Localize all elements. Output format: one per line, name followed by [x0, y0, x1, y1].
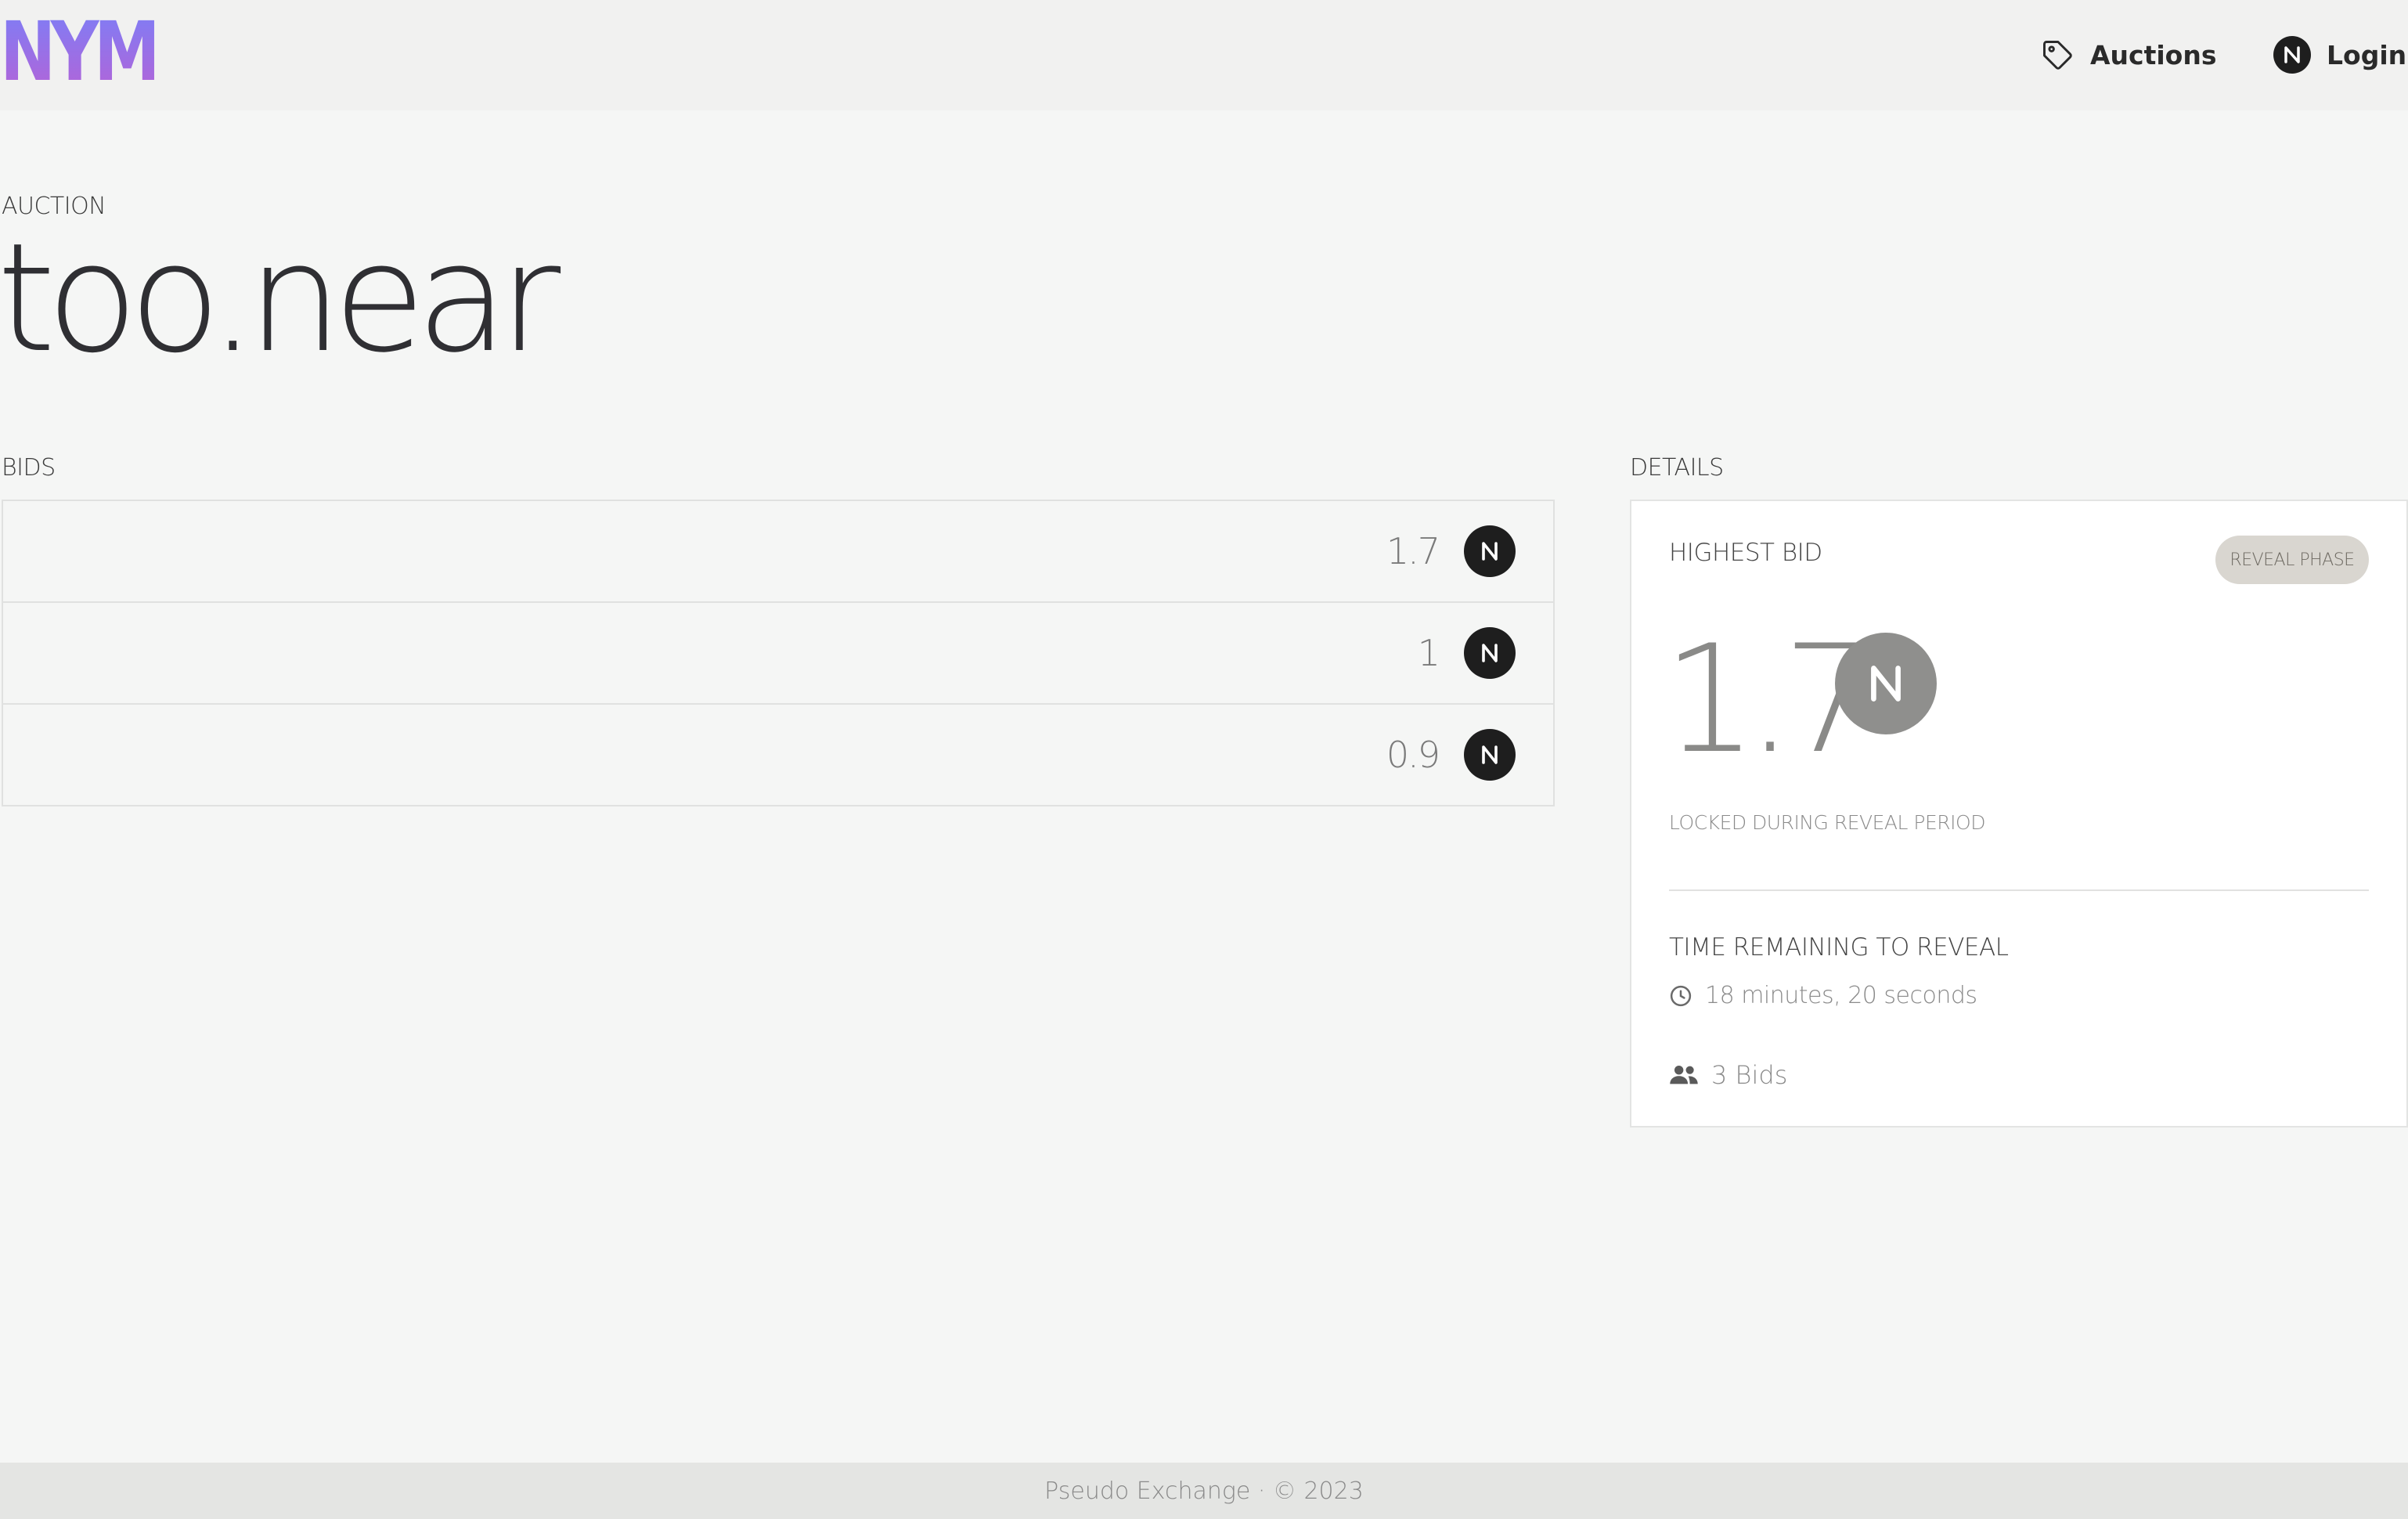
time-remaining-value: 18 minutes, 20 seconds: [1705, 982, 1977, 1009]
nav-auctions-label: Auctions: [2090, 39, 2217, 70]
highest-bid-value: 1.7: [1663, 613, 1877, 786]
bids-table: 1.7 1 0.9: [2, 500, 1555, 806]
near-logo-icon: [1464, 627, 1516, 679]
nav-login-label: Login: [2327, 39, 2407, 70]
footer-text: Pseudo Exchange · © 2023: [1044, 1477, 1364, 1505]
bid-row: 1.7: [3, 501, 1553, 603]
bid-amount: 1.7: [1386, 530, 1440, 572]
near-logo-icon: [2273, 36, 2311, 74]
nav-auctions-link[interactable]: Auctions: [2040, 31, 2217, 78]
bid-row: 0.9: [3, 705, 1553, 805]
near-logo-icon: [1464, 525, 1516, 577]
footer: Pseudo Exchange · © 2023: [0, 1463, 2408, 1519]
top-navbar: NYM Auctions Login: [0, 0, 2408, 110]
time-remaining-label: TIME REMAINING TO REVEAL: [1669, 933, 2009, 962]
phase-badge: REVEAL PHASE: [2215, 536, 2369, 584]
bid-count-value: 3 Bids: [1711, 1060, 1788, 1090]
auction-title: too.near: [0, 211, 561, 386]
near-logo-icon: [1464, 729, 1516, 781]
highest-bid-label: HIGHEST BID: [1669, 539, 1822, 567]
bids-section-label: BIDS: [2, 454, 56, 482]
nav-login-button[interactable]: Login: [2273, 31, 2406, 78]
divider: [1669, 889, 2369, 891]
tag-icon: [2040, 38, 2075, 72]
nym-logo[interactable]: NYM: [0, 11, 160, 92]
details-card: HIGHEST BID REVEAL PHASE 1.7 LOCKED DURI…: [1630, 500, 2408, 1128]
near-logo-icon: [1835, 633, 1937, 734]
locked-note: LOCKED DURING REVEAL PERIOD: [1669, 811, 1985, 834]
bid-amount: 0.9: [1386, 734, 1440, 776]
bid-row: 1: [3, 603, 1553, 705]
clock-icon: [1669, 984, 1692, 1008]
time-remaining: 18 minutes, 20 seconds: [1669, 982, 1977, 1009]
bid-amount: 1: [1417, 632, 1440, 674]
people-icon: [1669, 1063, 1699, 1087]
details-section-label: DETAILS: [1630, 454, 1724, 482]
bid-count: 3 Bids: [1669, 1060, 1787, 1090]
